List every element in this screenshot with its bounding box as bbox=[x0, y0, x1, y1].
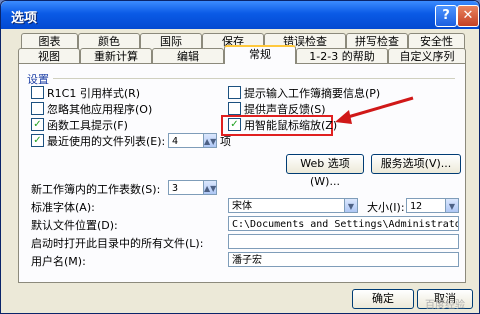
username-label: 用户名(M): bbox=[31, 255, 86, 268]
standard-font-label: 标准字体(A): bbox=[31, 201, 95, 214]
username-input[interactable]: 潘子宏 bbox=[228, 252, 459, 267]
web-options-button[interactable]: Web 选项(W)... bbox=[286, 154, 364, 188]
startup-folder-input[interactable] bbox=[228, 234, 459, 249]
size-dropdown-icon[interactable]: ▼ bbox=[445, 198, 459, 213]
options-dialog: 选项 ? ✕ 图表 颜色 国际 保存 错误检查 拼写检查 安全性 视图 重新计算… bbox=[0, 0, 480, 314]
sheets-spinner[interactable]: ▲▼ bbox=[203, 180, 217, 195]
service-options-button[interactable]: 服务选项(V)... bbox=[371, 154, 461, 174]
font-size-label: 大小(I): bbox=[367, 201, 405, 214]
watermark: 百度经验 bbox=[425, 300, 465, 311]
startup-folder-label: 启动时打开此目录中的所有文件(L): bbox=[31, 237, 204, 250]
default-path-input[interactable]: C:\Documents and Settings\Administrator\… bbox=[228, 216, 459, 231]
default-path-label: 默认文件位置(D): bbox=[31, 219, 118, 232]
tab-general[interactable]: 常规 bbox=[224, 45, 296, 64]
font-dropdown-icon[interactable]: ▼ bbox=[344, 198, 358, 213]
ok-button[interactable]: 确定 bbox=[352, 289, 414, 309]
standard-font-select[interactable]: 宋体 bbox=[228, 198, 358, 213]
sheets-label: 新工作簿内的工作表数(S): bbox=[31, 183, 161, 196]
